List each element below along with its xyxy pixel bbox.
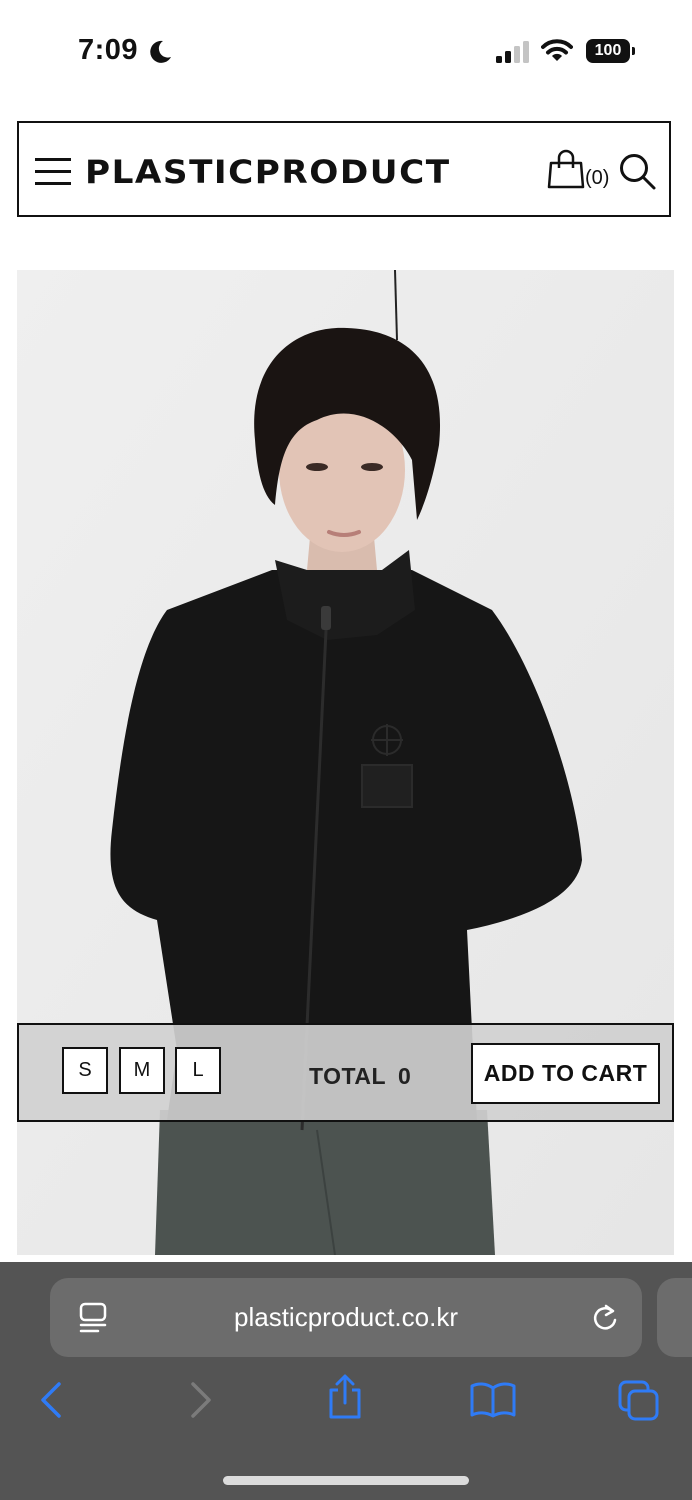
purchase-bar: S M L TOTAL 0 ADD TO CART — [17, 1023, 674, 1122]
total-value: 0 — [398, 1063, 412, 1089]
moon-icon — [150, 40, 171, 63]
forward-icon[interactable] — [188, 1380, 214, 1420]
status-bar: 7:09 100 — [0, 0, 692, 100]
tabs-icon[interactable] — [618, 1380, 660, 1422]
url-text[interactable]: plasticproduct.co.kr — [50, 1302, 642, 1333]
battery-icon: 100 — [586, 39, 635, 63]
share-icon[interactable] — [326, 1374, 364, 1420]
cellular-signal-icon — [496, 41, 529, 63]
search-icon[interactable] — [619, 153, 657, 191]
battery-level: 100 — [594, 42, 622, 59]
wifi-icon — [541, 39, 573, 61]
shopping-bag-icon[interactable] — [546, 149, 586, 189]
brand-logo[interactable]: PLASTICPRODUCT — [85, 153, 451, 191]
address-bar[interactable]: plasticproduct.co.kr — [50, 1278, 642, 1357]
size-option-s[interactable]: S — [62, 1047, 108, 1094]
back-icon[interactable] — [38, 1380, 64, 1420]
next-tab-preview[interactable] — [657, 1278, 692, 1357]
browser-toolbar: plasticproduct.co.kr — [0, 1262, 692, 1500]
site-header: PLASTICPRODUCT (0) — [17, 121, 671, 217]
size-option-m[interactable]: M — [119, 1047, 165, 1094]
total-label: TOTAL — [309, 1063, 387, 1089]
status-time: 7:09 — [78, 34, 139, 66]
cart-count[interactable]: (0) — [585, 167, 609, 190]
reload-icon[interactable] — [590, 1302, 620, 1334]
size-option-l[interactable]: L — [175, 1047, 221, 1094]
hamburger-menu-icon[interactable] — [35, 157, 71, 187]
add-to-cart-button[interactable]: ADD TO CART — [471, 1043, 660, 1104]
total-price: TOTAL 0 — [309, 1063, 411, 1090]
bookmarks-icon[interactable] — [470, 1382, 516, 1418]
home-indicator[interactable] — [223, 1476, 469, 1485]
